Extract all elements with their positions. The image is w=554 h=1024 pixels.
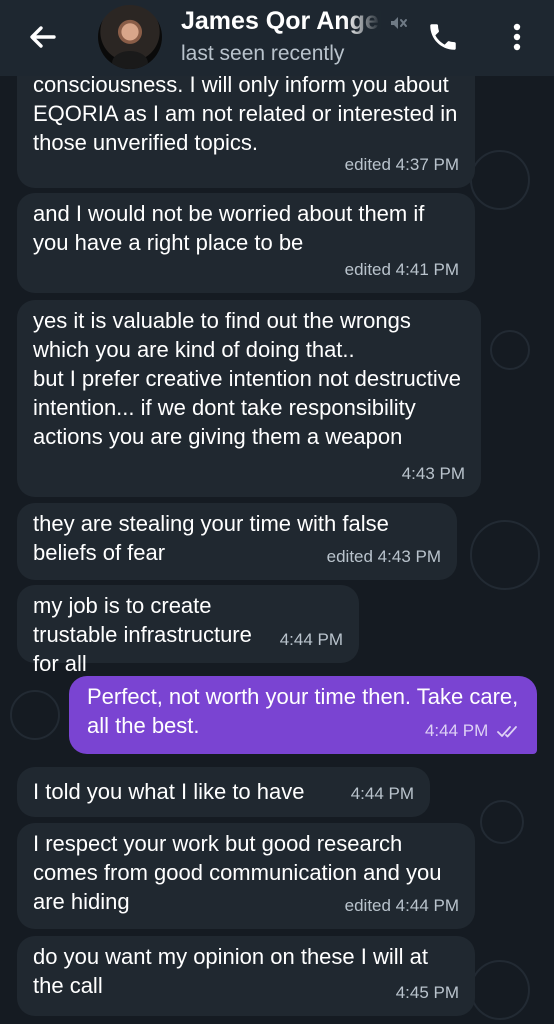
message-bubble[interactable]: they are stealing your time with false b… (17, 503, 457, 580)
message-time: 4:43 PM (401, 464, 465, 483)
message-time: edited 4:41 PM (344, 260, 459, 279)
avatar[interactable] (98, 5, 162, 69)
muted-icon (388, 13, 408, 33)
message-time: 4:44 PM (424, 721, 489, 740)
message-text: yes it is valuable to find out the wrong… (33, 308, 462, 449)
message-time: edited 4:43 PM (326, 547, 441, 566)
back-arrow-icon (30, 26, 56, 48)
message-text: I told you what I like to have (33, 779, 305, 804)
more-vert-icon (513, 23, 521, 51)
message-bubble[interactable]: yes it is valuable to find out the wrong… (17, 300, 481, 497)
message-bubble[interactable]: I respect your work but good research co… (17, 823, 475, 929)
message-time: edited 4:37 PM (344, 155, 459, 174)
double-check-icon (497, 725, 517, 737)
message-bubble[interactable]: do you want my opinion on these I will a… (17, 936, 475, 1016)
message-text: consciousness. I will only inform you ab… (33, 72, 458, 155)
message-time: 4:45 PM (395, 983, 459, 1002)
message-bubble[interactable]: I told you what I like to have 4:44 PM (17, 767, 430, 817)
call-button[interactable] (426, 20, 460, 54)
back-button[interactable] (26, 20, 60, 54)
last-seen-status: last seen recently (181, 42, 345, 65)
message-time: 4:44 PM (279, 630, 343, 649)
message-time: edited 4:44 PM (344, 896, 459, 915)
message-bubble[interactable]: and I would not be worried about them if… (17, 193, 475, 293)
message-time: 4:44 PM (350, 784, 414, 803)
message-bubble[interactable]: my job is to create trustable infrastruc… (17, 585, 359, 676)
chat-header: James Qor Angel last seen recently (0, 0, 554, 76)
message-text: my job is to create trustable infrastruc… (33, 593, 252, 676)
more-options-button[interactable] (503, 20, 531, 54)
chat-title[interactable]: James Qor Angel (181, 7, 381, 41)
message-bubble-outgoing[interactable]: Perfect, not worth your time then. Take … (69, 676, 537, 754)
message-text: and I would not be worried about them if… (33, 201, 425, 255)
message-meta: 4:44 PM (425, 716, 521, 745)
phone-icon (430, 24, 456, 50)
